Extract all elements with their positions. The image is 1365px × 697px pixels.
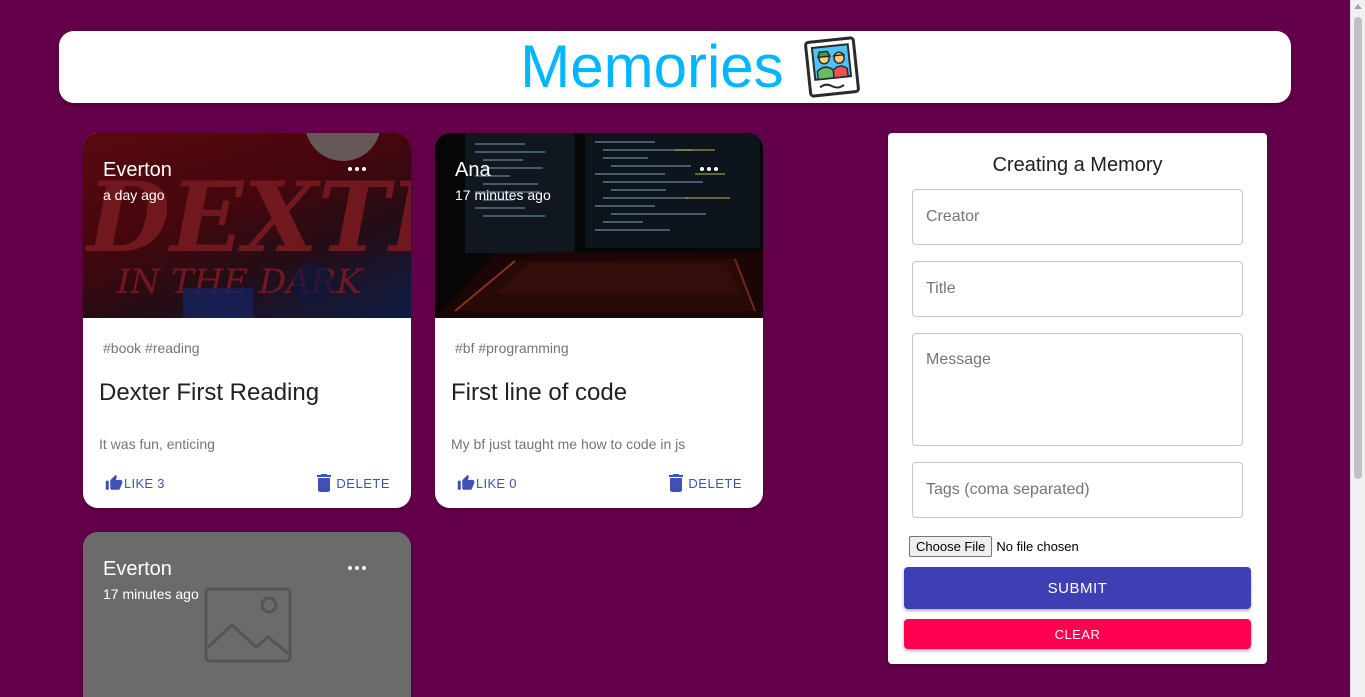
post-message: My bf just taught me how to code in js	[451, 436, 686, 452]
post-time: 17 minutes ago	[103, 586, 199, 602]
form-heading: Creating a Memory	[992, 154, 1163, 176]
choose-file-button[interactable]: Choose File	[909, 536, 993, 557]
post-creator: Everton	[103, 558, 172, 580]
delete-label: DELETE	[688, 475, 742, 491]
trash-icon	[669, 474, 684, 492]
post-card: Everton 17 minutes ago	[83, 532, 411, 697]
submit-button[interactable]: SUBMIT	[904, 567, 1251, 609]
like-label: LIKE 0	[476, 475, 517, 491]
like-button[interactable]: LIKE 0	[457, 474, 517, 492]
page-scrollbar[interactable]	[1350, 0, 1365, 697]
delete-button[interactable]: DELETE	[316, 474, 390, 492]
app-bar: Memories	[59, 31, 1291, 103]
image-placeholder-icon	[204, 587, 292, 663]
delete-label: DELETE	[336, 475, 390, 491]
creator-input[interactable]	[912, 189, 1243, 245]
post-time: a day ago	[103, 187, 165, 203]
post-tags: #book #reading	[103, 340, 200, 356]
photo-polaroid-icon	[803, 36, 860, 98]
more-horizontal-icon[interactable]	[345, 556, 369, 580]
post-image: Ana 17 minutes ago	[435, 133, 763, 318]
scroll-up-arrow-icon[interactable]	[1354, 4, 1362, 9]
post-time: 17 minutes ago	[455, 187, 551, 203]
trash-icon	[317, 474, 332, 492]
post-title: Dexter First Reading	[99, 379, 320, 406]
clear-button[interactable]: CLEAR	[904, 619, 1251, 649]
post-card: Ana 17 minutes ago #bf #programming Firs…	[435, 133, 763, 508]
more-horizontal-icon[interactable]	[697, 157, 721, 181]
like-button[interactable]: LIKE 3	[105, 474, 165, 492]
post-creator: Ana	[455, 159, 491, 181]
thumb-up-icon	[105, 474, 123, 490]
title-input[interactable]	[912, 261, 1243, 317]
file-status: No file chosen	[996, 539, 1079, 554]
thumb-up-icon	[457, 474, 475, 490]
tags-input[interactable]	[912, 462, 1243, 518]
more-horizontal-icon[interactable]	[345, 157, 369, 181]
message-input[interactable]	[912, 333, 1243, 446]
like-label: LIKE 3	[124, 475, 165, 491]
post-tags: #bf #programming	[455, 340, 569, 356]
delete-button[interactable]: DELETE	[668, 474, 742, 492]
file-input[interactable]: Choose File No file chosen	[909, 536, 1079, 557]
memory-form: Creating a Memory Choose File No file ch…	[888, 133, 1267, 664]
post-title: First line of code	[451, 379, 628, 406]
post-image: Everton 17 minutes ago	[83, 532, 411, 697]
app-title: Memories	[520, 33, 784, 100]
post-message: It was fun, enticing	[99, 436, 215, 452]
post-image: DEXTER IN THE DARK Everton a day ago	[83, 133, 411, 318]
post-card: DEXTER IN THE DARK Everton a day ago #bo…	[83, 133, 411, 508]
scrollbar-thumb[interactable]	[1354, 17, 1362, 479]
post-creator: Everton	[103, 159, 172, 181]
